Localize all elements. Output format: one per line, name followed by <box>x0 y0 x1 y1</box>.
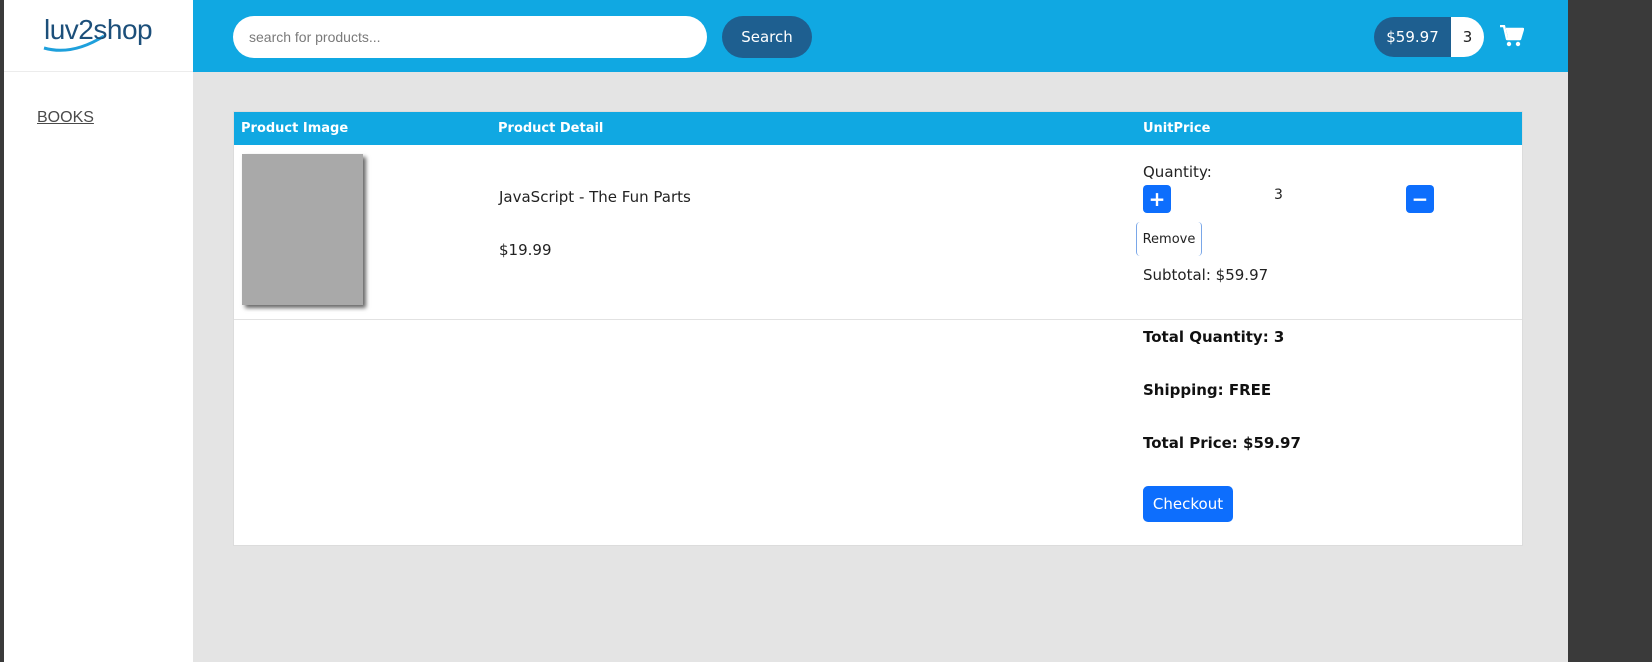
row-divider <box>234 319 1522 320</box>
total-quantity: Total Quantity: 3 <box>1143 328 1285 346</box>
sidebar-item-books[interactable]: BOOKS <box>37 109 94 127</box>
logo[interactable]: luv2shop <box>4 0 193 72</box>
cart-status[interactable]: $59.97 3 <box>1374 17 1484 57</box>
product-unit-price: $19.99 <box>499 241 552 259</box>
minus-icon: − <box>1411 187 1429 211</box>
header-bar: Search $59.97 3 <box>193 0 1568 72</box>
cart-table: Product Image Product Detail UnitPrice J… <box>233 111 1523 546</box>
total-price: Total Price: $59.97 <box>1143 434 1301 452</box>
shipping-info: Shipping: FREE <box>1143 381 1272 399</box>
plus-icon: + <box>1148 187 1166 211</box>
column-header-unit-price: UnitPrice <box>1143 121 1211 136</box>
quantity-label: Quantity: <box>1143 163 1212 181</box>
table-header: Product Image Product Detail UnitPrice <box>234 112 1522 145</box>
search-button[interactable]: Search <box>722 16 812 58</box>
cart-item-count: 3 <box>1451 17 1484 57</box>
column-header-product-image: Product Image <box>241 121 349 136</box>
cart-total-amount: $59.97 <box>1374 17 1451 57</box>
column-header-product-detail: Product Detail <box>498 121 604 136</box>
decrement-quantity-button[interactable]: − <box>1406 185 1434 213</box>
increment-quantity-button[interactable]: + <box>1143 185 1171 213</box>
product-image <box>242 154 363 305</box>
product-name: JavaScript - The Fun Parts <box>499 188 691 206</box>
sidebar: luv2shop BOOKS <box>4 0 193 662</box>
right-window-edge <box>1568 0 1652 662</box>
remove-item-button[interactable]: Remove <box>1136 222 1202 256</box>
search-input[interactable] <box>233 16 707 58</box>
item-subtotal: Subtotal: $59.97 <box>1143 266 1269 284</box>
shopping-cart-icon[interactable] <box>1500 25 1524 47</box>
app-window: luv2shop BOOKS Search $59.97 3 Product I… <box>4 0 1568 662</box>
checkout-button[interactable]: Checkout <box>1143 486 1233 522</box>
quantity-value: 3 <box>1274 187 1283 203</box>
logo-text: luv2shop <box>44 14 153 45</box>
